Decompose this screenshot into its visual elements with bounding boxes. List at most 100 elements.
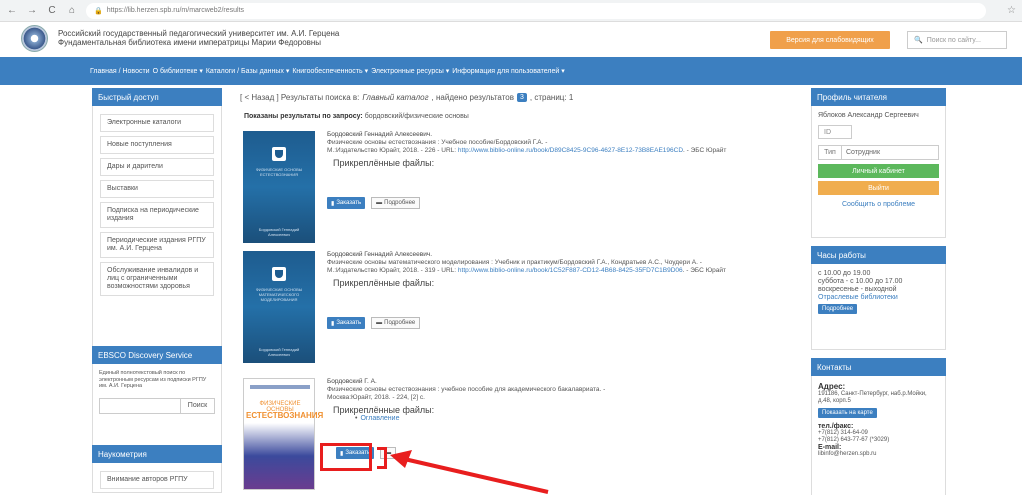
hours-sunday: воскресенье - выходной [818,286,897,293]
site-search-input[interactable]: 🔍 Поиск по сайту... [907,31,1007,49]
reader-profile-panel: Яблоков Александр Сергеевич ID Тип Сотру… [811,106,946,238]
cover-title-1: ФИЗИЧЕСКИЕ ОСНОВЫ ЕСТЕСТВОЗНАНИЯ [255,167,303,177]
report-problem-link[interactable]: Сообщить о проблеме [818,201,939,208]
book-cover-2[interactable]: ФИЗИЧЕСКИЕ ОСНОВЫ МАТЕМАТИЧЕСКОГО МОДЕЛИ… [243,251,315,363]
quick-item-new-arrivals[interactable]: Новые поступления [100,136,214,154]
bookmark-star-icon[interactable]: ☆ [1007,5,1016,16]
record-info-1: Бордовский Геннадий Алексеевич. Физическ… [327,131,792,168]
details-button-2[interactable]: ▬ Подробнее [371,317,421,329]
quick-item-e-catalogs[interactable]: Электронные каталоги [100,114,214,132]
logout-button[interactable]: Выйти [818,181,939,195]
personal-cabinet-button[interactable]: Личный кабинет [818,164,939,178]
scientometrics-section: Наукометрия Внимание авторов РГПУ [92,445,222,493]
phone-label: тел./факс: [818,423,854,430]
quick-item-exhibitions[interactable]: Выставки [100,180,214,198]
site-title-line1: Российский государственный педагогически… [58,29,340,38]
bookmark-icon: ▮ [331,320,335,327]
email-text[interactable]: libinfo@herzen.spb.ru [818,451,939,458]
nav-about[interactable]: О библиотеке ▾ [153,67,203,75]
scientometrics-panel: Внимание авторов РГПУ [92,463,222,493]
phone-2: +7(812) 643-77-67 (*3029) [818,437,890,443]
record-title-3: Физические основы естествознания : учебн… [327,386,606,393]
attached-files-label-3: Прикреплённые файлы: [333,405,435,415]
left-sidebar: Быстрый доступ Электронные каталоги Новы… [92,88,222,493]
hours-section: Часы работы с 10.00 до 19.00 суббота - с… [811,246,946,350]
reader-profile-title: Профиль читателя [811,88,946,106]
record-publisher-3: Москва:Юрайт, 2018. - 224, [2] с. [327,394,425,401]
ebsco-panel: Единый полнотекстовый поиск по электронн… [92,364,222,458]
search-icon: 🔍 [914,37,923,44]
nav-home[interactable]: Главная / Новости [90,68,150,75]
nav-book-supply[interactable]: Книгообеспеченность ▾ [292,67,368,75]
forward-icon[interactable]: → [26,5,38,16]
record-url-2[interactable]: http://www.biblio-online.ru/book/1C52F88… [458,267,683,274]
cover-author-2: Бордовский Геннадий Алексеевич [258,347,300,357]
record-info-2: Бордовский Геннадий Алексеевич. Физическ… [327,251,792,288]
order-button-1[interactable]: ▮ Заказать [327,197,366,209]
cover-emblem-icon [272,267,286,281]
branch-libraries-link[interactable]: Отраслевые библиотеки [818,294,939,301]
quick-item-subscription[interactable]: Подписка на периодические издания [100,202,214,228]
address-label: Адрес: [818,382,846,391]
record-title-2: Физические основы математического модели… [327,259,702,266]
results-prefix[interactable]: [ < Назад ] Результаты поиска в: [240,93,359,102]
record-author-2: Бордовский Геннадий Алексеевич. [327,251,433,258]
nav-e-resources[interactable]: Электронные ресурсы ▾ [371,67,449,75]
ebsco-search-row: Поиск [99,397,215,414]
attached-files-label-2: Прикреплённые файлы: [333,278,435,288]
hours-panel: с 10.00 до 19.00 суббота - с 10.00 до 17… [811,264,946,350]
info-icon: ▬ [376,320,383,326]
contacts-panel: Адрес: 191186, Санкт-Петербург, наб.р.Мо… [811,376,946,495]
results-summary: [ < Назад ] Результаты поиска в: Главный… [232,88,797,106]
ebsco-search-button[interactable]: Поиск [181,397,215,414]
book-cover-1[interactable]: ФИЗИЧЕСКИЕ ОСНОВЫ ЕСТЕСТВОЗНАНИЯ Бордовс… [243,131,315,243]
order-highlight-box [320,443,372,471]
show-map-button[interactable]: Показать на карте [818,408,877,418]
record-suffix-2: . - ЭБС Юрайт [682,267,727,274]
hours-more-button[interactable]: Подробнее [818,304,858,314]
quick-item-accessibility[interactable]: Обслуживание инвалидов и лиц с ограничен… [100,262,214,296]
arrow-shaft [399,456,549,494]
visually-impaired-button[interactable]: Версия для слабовидящих [770,31,890,49]
contacts-title: Контакты [811,358,946,376]
site-title: Российский государственный педагогически… [58,29,339,47]
order-button-label: Заказать [336,320,362,326]
university-logo[interactable] [21,25,48,52]
record-publisher-line-2: М.:Издательство Юрайт, 2018. - 319 - URL… [327,267,792,275]
nav-user-info[interactable]: Информация для пользователей ▾ [452,67,565,75]
record-suffix-1: . - ЭБС Юрайт [683,147,727,154]
address-bar[interactable]: 🔒 https://lib.herzen.spb.ru/m/marcweb2/r… [86,2,986,19]
details-button-1[interactable]: ▬ Подробнее [371,197,421,209]
page-root: ← → C ⌂ 🔒 https://lib.herzen.spb.ru/m/ma… [0,0,1022,495]
search-placeholder: Поиск по сайту... [926,36,981,44]
hours-title: Часы работы [811,246,946,264]
details-highlight-box [377,447,387,469]
hours-saturday: суббота - с 10.00 до 17.00 [818,278,903,285]
table-of-contents-link[interactable]: Оглавление [355,415,792,423]
home-icon[interactable]: ⌂ [66,5,78,16]
right-sidebar: Профиль читателя Яблоков Александр Серге… [811,88,946,495]
reload-icon[interactable]: C [46,5,58,16]
book-cover-3[interactable]: ФИЗИЧЕСКИЕ ОСНОВЫ ЕСТЕСТВОЗНАНИЯ [243,378,324,490]
quick-access-title: Быстрый доступ [92,88,222,106]
record-author-1: Бордовский Геннадий Алексеевич. [327,131,433,138]
ebsco-search-input[interactable] [99,397,181,414]
record-url-1[interactable]: http://www.biblio-online.ru/book/D89C842… [458,147,683,154]
ebsco-description: Единый полнотекстовый поиск по электронн… [99,370,207,389]
back-icon[interactable]: ← [6,5,18,16]
cover-title-3b: ЕСТЕСТВОЗНАНИЯ [246,411,324,420]
record-title-1: Физические основы естествознания : Учебн… [327,139,548,146]
results-catalog: Главный каталог [362,92,429,102]
nav-catalogs[interactable]: Каталоги / Базы данных ▾ [206,67,289,75]
order-button-2[interactable]: ▮ Заказать [327,317,366,329]
quick-item-periodicals[interactable]: Периодические издания РГПУ им. А.И. Герц… [100,232,214,258]
record-publisher-1: М.:Издательство Юрайт, 2018. - 226 - URL… [327,147,457,154]
details-button-label: Подробнее [384,320,416,326]
quick-item-gifts[interactable]: Дары и дарители [100,158,214,176]
main-navigation: Главная / Новости О библиотеке ▾ Каталог… [0,57,1022,85]
lock-icon: 🔒 [94,7,103,15]
reader-type-row: Тип Сотрудник [818,145,939,160]
record-actions-2: ▮ Заказать ▬ Подробнее [327,317,421,329]
scientometrics-item[interactable]: Внимание авторов РГПУ [100,471,214,489]
query-text: бордовский/физические основы [364,113,469,120]
